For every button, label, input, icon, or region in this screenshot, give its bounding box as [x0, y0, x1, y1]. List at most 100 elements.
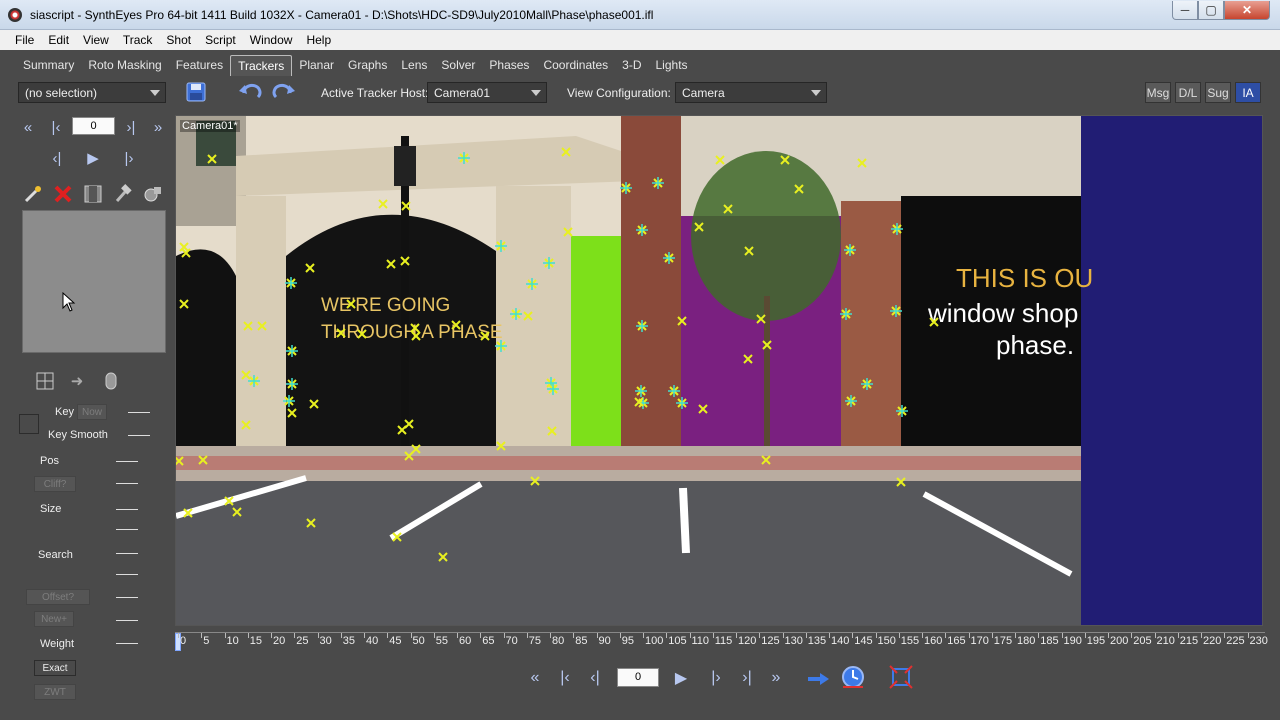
playback-frame-field[interactable]: 0 [617, 668, 659, 687]
timeline-tick [1108, 633, 1109, 638]
timeline-tick [922, 633, 923, 638]
timeline-tick-label: 145 [854, 635, 873, 647]
menu-track[interactable]: Track [116, 33, 160, 47]
fit-view-icon[interactable] [888, 664, 914, 690]
go-to-end-icon[interactable]: ›| [736, 668, 758, 688]
size-value-1[interactable] [116, 509, 138, 510]
menu-edit[interactable]: Edit [41, 33, 76, 47]
tab-planar[interactable]: Planar [292, 55, 341, 75]
tracker-mini-view[interactable] [22, 210, 166, 353]
timeline-tick-label: 210 [1156, 635, 1175, 647]
camera-viewport[interactable]: WE'RE GOING THROUGH A PHASE THIS IS OU w… [175, 115, 1263, 626]
arrow-right-icon[interactable]: ➜ [66, 370, 88, 392]
now-button[interactable]: Now [77, 404, 107, 420]
menu-file[interactable]: File [8, 33, 41, 47]
delete-icon[interactable] [52, 182, 74, 206]
active-tracker-host-dropdown[interactable]: Camera01 [427, 82, 547, 103]
film-strip-icon[interactable] [82, 182, 104, 206]
view-configuration-dropdown[interactable]: Camera [675, 82, 827, 103]
fast-forward-icon[interactable]: » [148, 116, 168, 138]
go-to-start-icon[interactable]: |‹ [46, 116, 66, 138]
dl-button[interactable]: D/L [1175, 82, 1201, 103]
tracker-color-swatch[interactable] [19, 414, 39, 434]
tab-lens[interactable]: Lens [394, 55, 434, 75]
timeline-tick-label: 120 [738, 635, 757, 647]
msg-button[interactable]: Msg [1145, 82, 1171, 103]
offset-button[interactable]: Offset? [26, 589, 90, 605]
maximize-button[interactable]: ▢ [1198, 1, 1224, 20]
timeline-tick [782, 633, 784, 638]
search-value-2[interactable] [116, 574, 138, 575]
hammer-icon[interactable] [112, 182, 134, 206]
tab-coordinates[interactable]: Coordinates [536, 55, 615, 75]
zwt-button[interactable]: ZWT [34, 684, 76, 700]
search-value-1[interactable] [116, 553, 138, 554]
step-forward-icon[interactable]: |› [705, 668, 727, 688]
selection-dropdown[interactable]: (no selection) [18, 82, 166, 103]
redo-icon[interactable] [269, 80, 297, 104]
new-value[interactable] [116, 620, 138, 621]
menu-bar: File Edit View Track Shot Script Window … [0, 30, 1280, 50]
lock-icon[interactable] [100, 370, 122, 392]
step-back-icon[interactable]: ‹| [584, 668, 606, 688]
arrow-right-blue-icon[interactable] [806, 668, 832, 690]
size-value-2[interactable] [116, 529, 138, 530]
sug-button[interactable]: Sug [1205, 82, 1231, 103]
exact-button[interactable]: Exact [34, 660, 76, 676]
offset-value[interactable] [116, 597, 138, 598]
step-back-icon[interactable]: ‹| [47, 147, 67, 169]
tab-3d[interactable]: 3-D [615, 55, 648, 75]
timeline-tick-label: 125 [761, 635, 780, 647]
tab-features[interactable]: Features [169, 55, 230, 75]
timeline-tick [689, 633, 691, 638]
ia-button[interactable]: IA [1235, 82, 1261, 103]
menu-view[interactable]: View [76, 33, 116, 47]
frame-number-field[interactable]: 0 [72, 117, 115, 135]
tab-trackers[interactable]: Trackers [230, 54, 293, 76]
timeline-ruler[interactable]: 0 5 10 15 20 25 30 35 40 45 50 55 60 65 70 75 80 85 90 95 10… [175, 632, 1268, 652]
new-button[interactable]: New+ [34, 611, 74, 627]
tab-summary[interactable]: Summary [16, 55, 81, 75]
cliff-button[interactable]: Cliff? [34, 476, 76, 492]
save-icon[interactable] [184, 81, 208, 103]
wand-icon[interactable] [22, 182, 44, 206]
pos-value-1[interactable] [116, 461, 138, 462]
close-button[interactable]: ✕ [1224, 1, 1270, 20]
sign-text-4: window shop [927, 298, 1078, 328]
key-value[interactable] [128, 412, 150, 413]
play-icon[interactable]: ▶ [83, 147, 103, 169]
tab-graphs[interactable]: Graphs [341, 55, 394, 75]
tab-solver[interactable]: Solver [434, 55, 482, 75]
timeline-tick-label: 220 [1203, 635, 1222, 647]
tab-phases[interactable]: Phases [482, 55, 536, 75]
go-to-end-icon[interactable]: ›| [121, 116, 141, 138]
undo-icon[interactable] [237, 80, 265, 104]
timeline-tick [247, 633, 249, 638]
go-to-start-icon[interactable]: |‹ [554, 668, 576, 688]
timeline-tick-label: 150 [877, 635, 896, 647]
pos-value-2[interactable] [116, 483, 138, 484]
play-icon[interactable]: ▶ [670, 668, 692, 688]
fast-forward-icon[interactable]: » [765, 668, 787, 688]
tracker-tool-icon[interactable] [142, 182, 164, 206]
menu-window[interactable]: Window [243, 33, 300, 47]
tab-lights[interactable]: Lights [649, 55, 695, 75]
timeline-tick-label: 100 [645, 635, 664, 647]
key-smooth-value[interactable] [128, 435, 150, 436]
tab-roto-masking[interactable]: Roto Masking [81, 55, 168, 75]
menu-shot[interactable]: Shot [159, 33, 198, 47]
playback-speed-icon[interactable] [840, 664, 866, 690]
step-forward-icon[interactable]: |› [119, 147, 139, 169]
timeline-tick-label: 140 [831, 635, 850, 647]
chevron-down-icon [531, 90, 541, 96]
timeline-tick-label: 130 [784, 635, 803, 647]
rewind-icon[interactable]: « [524, 668, 546, 688]
menu-help[interactable]: Help [299, 33, 338, 47]
timeline-tick-label: 95 [621, 635, 634, 647]
menu-script[interactable]: Script [198, 33, 243, 47]
grid-icon[interactable] [34, 370, 56, 392]
weight-value[interactable] [116, 643, 138, 644]
key-smooth-label: Key Smooth [48, 429, 108, 441]
rewind-icon[interactable]: « [18, 116, 38, 138]
minimize-button[interactable]: ─ [1172, 1, 1198, 20]
